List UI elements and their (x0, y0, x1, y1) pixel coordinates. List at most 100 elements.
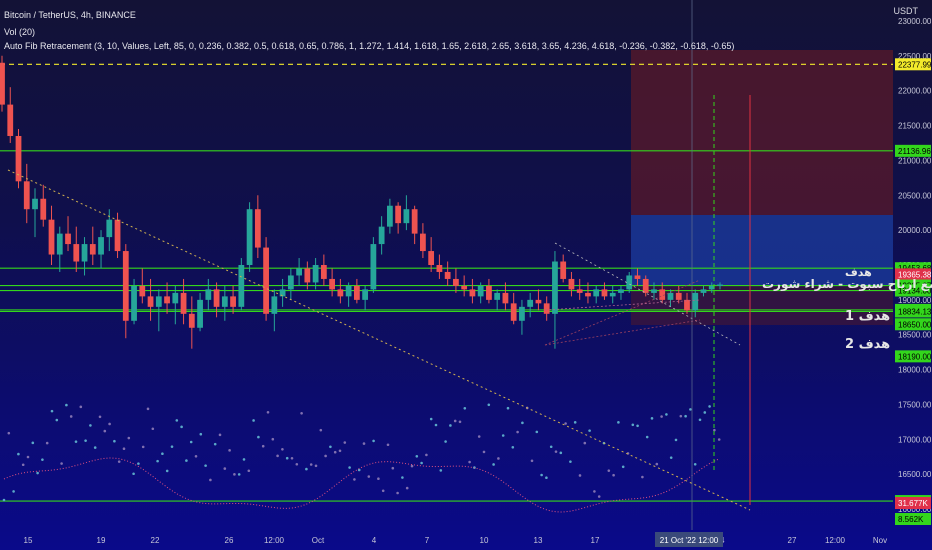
volume-dot (266, 411, 270, 414)
volume-dot (693, 462, 697, 466)
candle-body (312, 265, 319, 283)
price-label-text: 22377.99 (898, 60, 932, 69)
time-tick-label: 22 (151, 536, 160, 545)
price-tick-label: 18500.00 (898, 331, 932, 340)
volume-dot (674, 438, 678, 442)
volume-dot (146, 407, 150, 411)
volume-dot (535, 430, 539, 434)
candle-body (254, 209, 261, 248)
time-tick-label: Oct (312, 536, 325, 545)
volume-dot (564, 422, 567, 425)
candle-body (114, 219, 121, 252)
candle-body (40, 198, 47, 220)
price-label-text: 31.677K (898, 499, 928, 508)
volume-dot (285, 456, 289, 460)
candle-body (510, 303, 517, 321)
volume-dot (708, 405, 711, 408)
candle-body (188, 313, 195, 328)
time-tick-label: 12:00 (264, 536, 285, 545)
candle-body (213, 289, 220, 307)
target-1-annotation: هدف 1 (845, 309, 891, 324)
candle-body (700, 289, 707, 293)
volume-dot (573, 421, 577, 424)
candle-body (593, 289, 600, 297)
volume-dot (295, 462, 299, 466)
price-label-text: 18650.00 (898, 320, 932, 329)
volume-dot (84, 439, 87, 442)
volume-dot (257, 435, 260, 439)
candle-body (378, 226, 385, 245)
time-tick-label: 15 (24, 536, 33, 545)
price-tick-label: 18000.00 (898, 366, 932, 375)
candle-body (568, 278, 575, 290)
chart-stage[interactable]: 23000.00 22500.00 22000.00 21500.00 21000.00… (0, 0, 932, 550)
volume-dot (588, 429, 591, 432)
volume-dot (578, 474, 582, 477)
vol-indicator-label: Vol (20) (4, 27, 36, 37)
candle-body (642, 278, 649, 293)
price-tick-label: 17500.00 (898, 400, 932, 409)
volume-dot (492, 463, 495, 466)
chart-svg[interactable]: 23000.0022500.0022000.0021500.0021000.00… (0, 0, 932, 550)
volume-dot (127, 436, 131, 440)
time-tick-label: 19 (97, 536, 106, 545)
candle-body (444, 271, 451, 279)
volume-dot (645, 435, 649, 439)
volume-dot (698, 418, 702, 422)
candle-body (494, 292, 501, 300)
volume-dot (199, 432, 203, 436)
volume-dot (55, 418, 59, 422)
volume-dot (89, 424, 92, 427)
price-label-text: 18834.13 (898, 307, 932, 316)
volume-dot (607, 469, 611, 472)
volume-dot (281, 447, 284, 451)
volume-dot (103, 429, 107, 433)
candle-body (205, 289, 212, 300)
price-tick-label: 16500.00 (898, 470, 932, 479)
volume-dot (242, 458, 246, 461)
volume-dot (381, 489, 385, 493)
volume-dot (655, 462, 659, 466)
volume-dot (583, 441, 587, 445)
volume-dot (228, 449, 231, 452)
candle-body (287, 275, 294, 290)
volume-dot (405, 486, 409, 490)
volume-dot (45, 441, 49, 445)
time-tick-label: 13 (534, 536, 543, 545)
volume-dot (679, 414, 683, 418)
candle-body (585, 292, 591, 297)
volume-dot (223, 467, 227, 470)
volume-dot (487, 403, 491, 407)
volume-dot (247, 469, 251, 473)
volume-dot (117, 460, 121, 463)
candle-body (32, 198, 38, 210)
price-label-text: 21136.96 (898, 147, 931, 156)
candle-body (420, 233, 426, 252)
volume-dot (367, 475, 371, 478)
volume-dot (343, 441, 347, 444)
candle-body (370, 244, 377, 290)
time-tick-label: 27 (788, 536, 797, 545)
volume-dot (252, 419, 255, 422)
candle-body (717, 284, 723, 286)
price-tick-label: 22000.00 (898, 87, 932, 96)
candle-body (106, 219, 113, 238)
candle-body (502, 292, 509, 304)
price-label-text: 18190.00 (898, 352, 932, 361)
volume-dot (497, 457, 500, 460)
volume-dot (137, 462, 140, 465)
volume-dot (569, 460, 572, 463)
candle-body (519, 306, 525, 321)
volume-dot (650, 417, 654, 420)
candle-body (667, 292, 674, 300)
volume-dot (434, 423, 438, 427)
volume-dot (477, 435, 481, 438)
candle-body (180, 292, 187, 314)
chart-title: Bitcoin / TetherUS, 4h, BINANCE (4, 10, 136, 20)
volume-dot (185, 459, 188, 462)
price-tick-label: 21500.00 (898, 122, 932, 131)
volume-dot (65, 403, 68, 407)
volume-dot (194, 454, 198, 458)
volume-dot (156, 459, 159, 463)
price-tick-label: 20000.00 (898, 226, 932, 235)
